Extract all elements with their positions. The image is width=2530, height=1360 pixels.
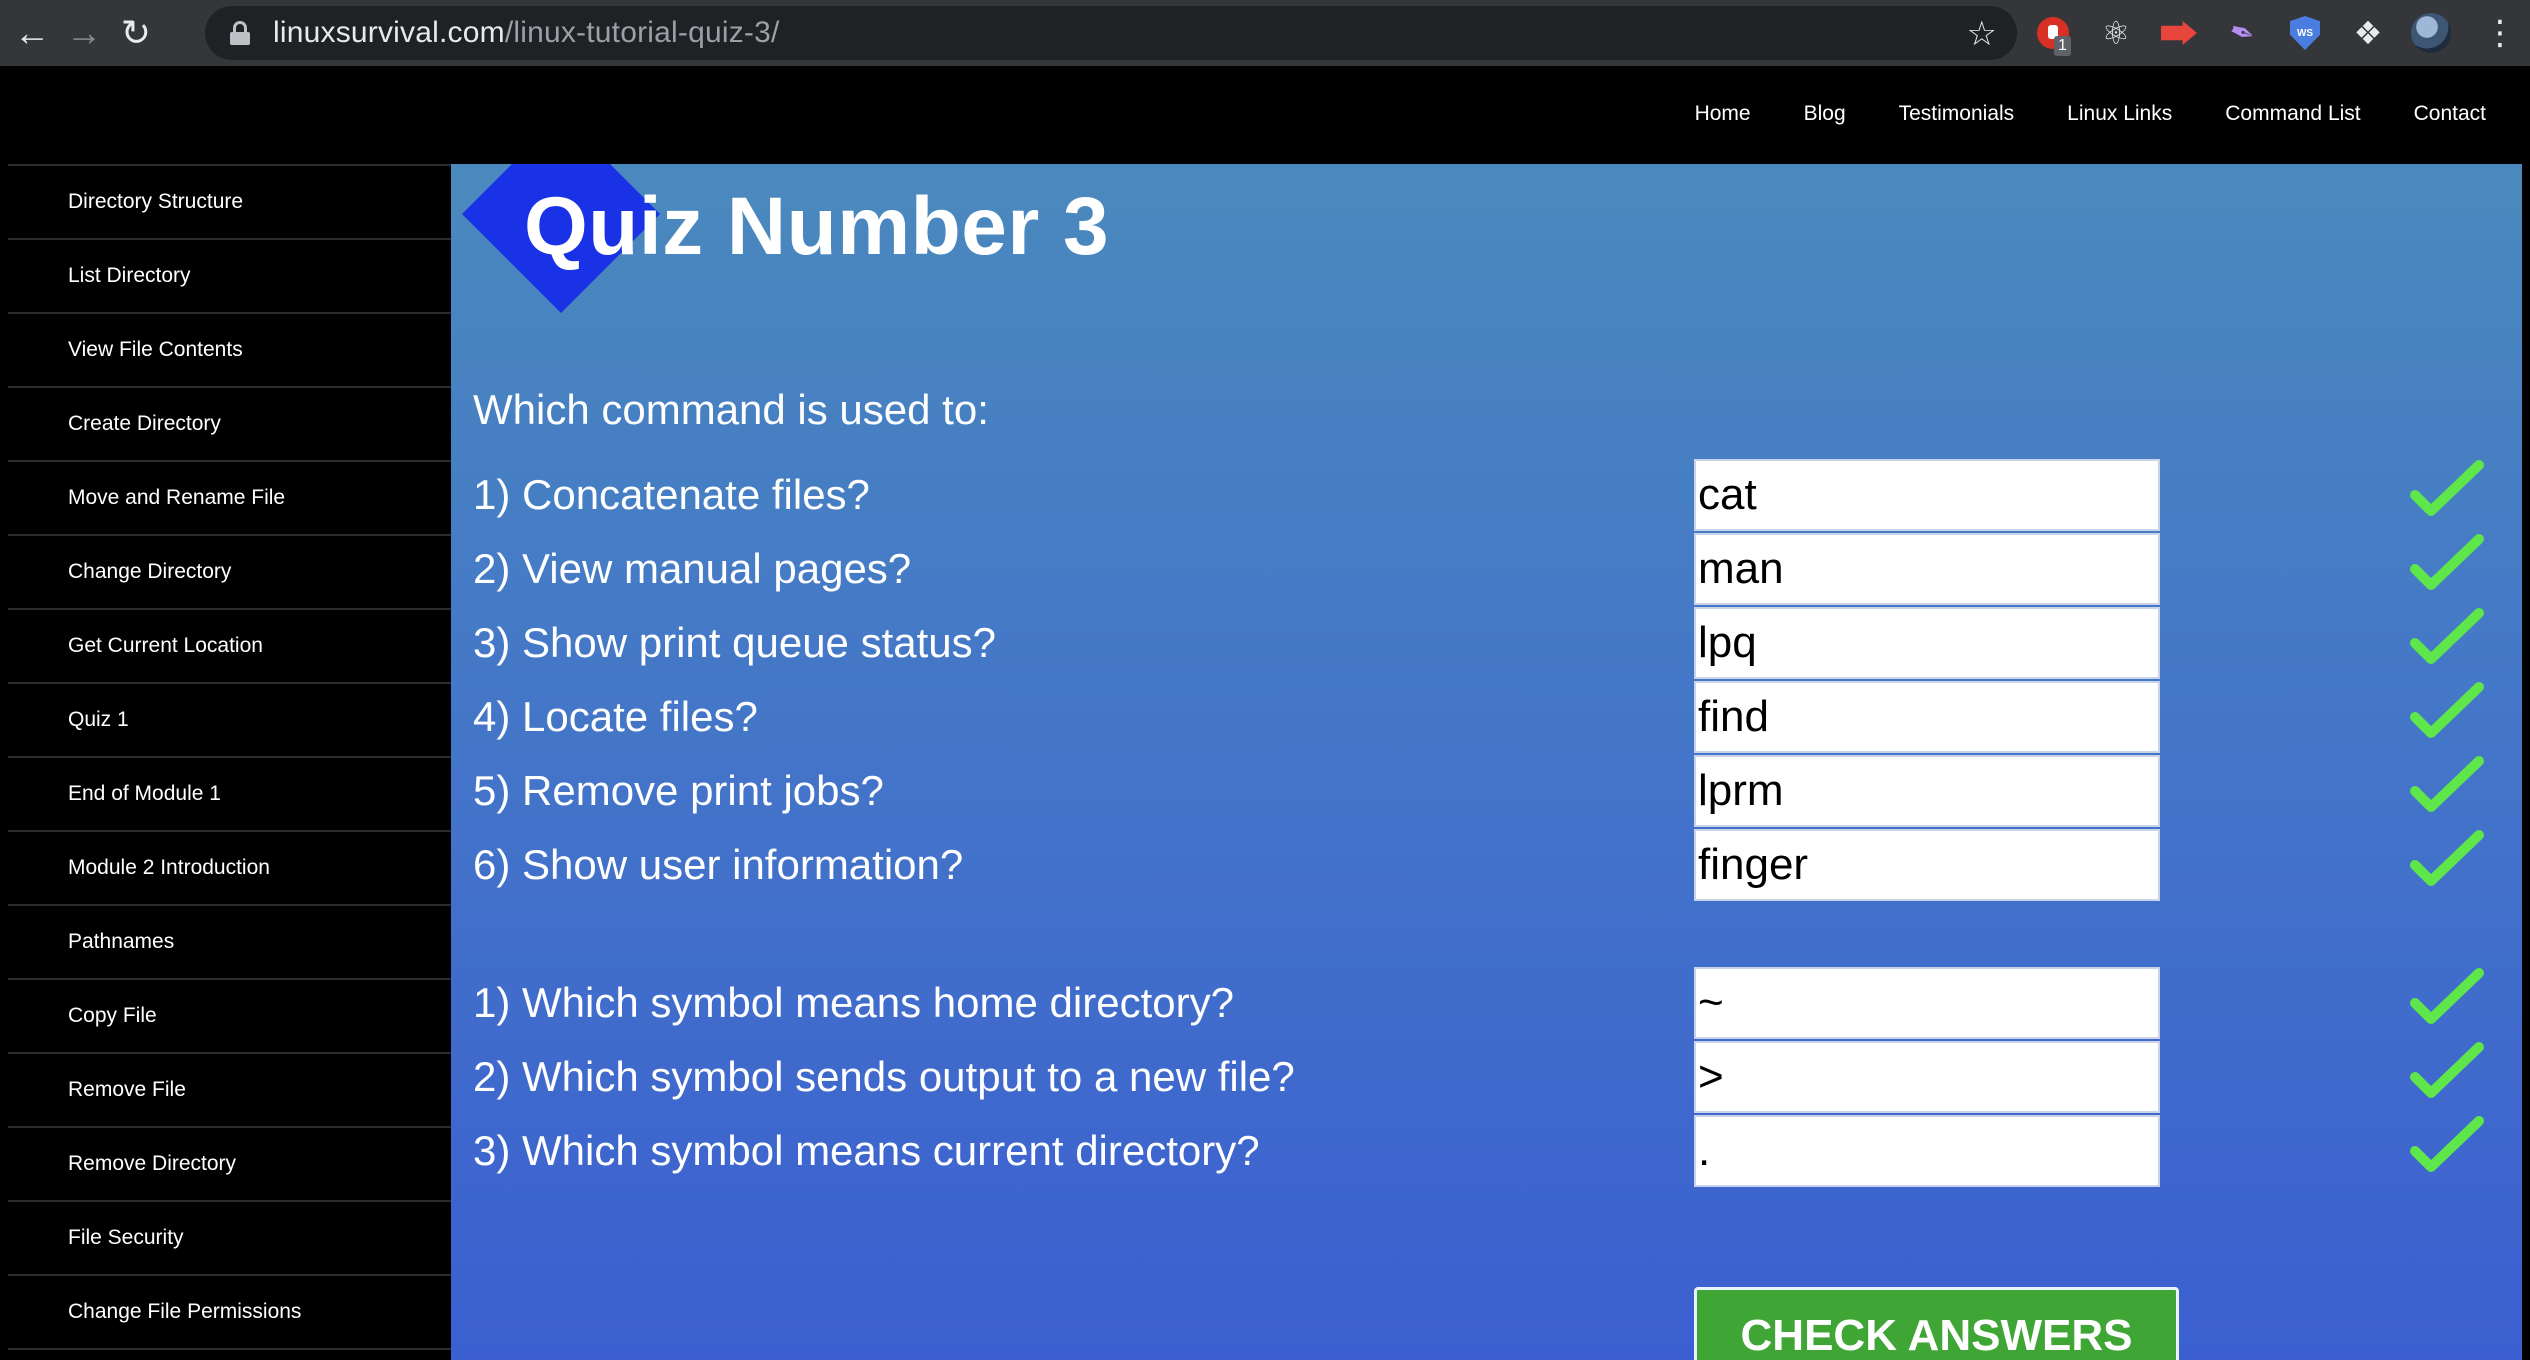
sidebar-item-file-security[interactable]: File Security (8, 1202, 451, 1276)
sidebar-item-view-file-contents[interactable]: View File Contents (8, 314, 451, 388)
quiz-prompt: Which command is used to: (473, 386, 989, 433)
url-host: linuxsurvival.com (273, 16, 505, 49)
correct-check-icon (2409, 533, 2485, 597)
sidebar-item-directory-structure[interactable]: Directory Structure (8, 166, 451, 240)
lock-icon[interactable] (229, 21, 251, 45)
nav-link-home[interactable]: Home (1695, 102, 1751, 126)
extensions-bar: 1 ⚛ ✒ WS ❖ ⋮ (2030, 0, 2530, 66)
sidebar-item-quiz-1[interactable]: Quiz 1 (8, 684, 451, 758)
question-text: 3) Which symbol means current directory? (473, 1127, 1260, 1174)
nav-link-command-list[interactable]: Command List (2225, 102, 2360, 126)
correct-check-icon (2409, 459, 2485, 523)
correct-check-icon (2409, 755, 2485, 819)
sidebar-item-change-directory[interactable]: Change Directory (8, 536, 451, 610)
url-text[interactable]: linuxsurvival.com/linux-tutorial-quiz-3/ (273, 16, 780, 50)
address-bar[interactable]: linuxsurvival.com/linux-tutorial-quiz-3/… (205, 6, 2017, 60)
question-text: 5) Remove print jobs? (473, 767, 884, 814)
quiz-panel: Quiz Number 3 Which command is used to: … (451, 164, 2522, 1360)
question-text: 2) View manual pages? (473, 545, 912, 592)
adblock-extension-icon[interactable]: 1 (2030, 10, 2076, 56)
answer-input[interactable]: > (1694, 1041, 2160, 1113)
question-text: 4) Locate files? (473, 693, 758, 740)
shield-extension-icon[interactable]: WS (2282, 10, 2328, 56)
correct-check-icon (2409, 829, 2485, 893)
sidebar-item-copy-file[interactable]: Copy File (8, 980, 451, 1054)
nav-link-contact[interactable]: Contact (2414, 102, 2486, 126)
answer-input[interactable]: ~ (1694, 967, 2160, 1039)
nav-link-linux-links[interactable]: Linux Links (2067, 102, 2172, 126)
question-text: 1) Which symbol means home directory? (473, 979, 1234, 1026)
question-text: 6) Show user information? (473, 841, 964, 888)
extensions-puzzle-icon[interactable]: ❖ (2345, 10, 2391, 56)
answer-input[interactable]: cat (1694, 459, 2160, 531)
sidebar-menu: Directory Structure List Directory View Fi… (8, 164, 451, 1360)
sidebar-item-module-2-introduction[interactable]: Module 2 Introduction (8, 832, 451, 906)
check-answers-button[interactable]: CHECK ANSWERS (1694, 1287, 2179, 1360)
answer-input[interactable]: find (1694, 681, 2160, 753)
url-path: /linux-tutorial-quiz-3/ (504, 16, 780, 49)
extension-badge: 1 (2054, 36, 2071, 56)
sidebar-item-remove-file[interactable]: Remove File (8, 1054, 451, 1128)
feather-extension-icon[interactable]: ✒ (2213, 4, 2272, 63)
answer-input[interactable]: . (1694, 1115, 2160, 1187)
page: Home Blog Testimonials Linux Links Command L… (8, 66, 2530, 1360)
top-navigation: Home Blog Testimonials Linux Links Command L… (8, 66, 2522, 164)
sidebar-item-list-directory[interactable]: List Directory (8, 240, 451, 314)
correct-check-icon (2409, 681, 2485, 745)
answer-input[interactable]: finger (1694, 829, 2160, 901)
sidebar-item-remove-directory[interactable]: Remove Directory (8, 1128, 451, 1202)
bookmark-star-icon[interactable]: ☆ (1967, 14, 1997, 54)
correct-check-icon (2409, 607, 2485, 671)
react-devtools-icon[interactable]: ⚛ (2093, 10, 2139, 56)
browser-menu-icon[interactable]: ⋮ (2477, 10, 2523, 56)
answer-input[interactable]: lprm (1694, 755, 2160, 827)
question-text: 2) Which symbol sends output to a new fi… (473, 1053, 1295, 1100)
correct-check-icon (2409, 967, 2485, 1031)
sidebar-item-create-directory[interactable]: Create Directory (8, 388, 451, 462)
arrow-extension-icon[interactable] (2156, 10, 2202, 56)
nav-link-blog[interactable]: Blog (1804, 102, 1846, 126)
sidebar-item-pathnames[interactable]: Pathnames (8, 906, 451, 980)
sidebar-item-move-and-rename-file[interactable]: Move and Rename File (8, 462, 451, 536)
correct-check-icon (2409, 1041, 2485, 1105)
question-text: 1) Concatenate files? (473, 471, 870, 518)
sidebar-item-change-file-permissions[interactable]: Change File Permissions (8, 1276, 451, 1350)
page-title: Quiz Number 3 (524, 181, 1110, 272)
back-arrow-icon[interactable]: ← (6, 7, 58, 59)
sidebar-item-get-current-location[interactable]: Get Current Location (8, 610, 451, 684)
sidebar-item-end-of-module-1[interactable]: End of Module 1 (8, 758, 451, 832)
profile-avatar[interactable] (2408, 10, 2454, 56)
answer-input[interactable]: man (1694, 533, 2160, 605)
answer-input[interactable]: lpq (1694, 607, 2160, 679)
nav-link-testimonials[interactable]: Testimonials (1899, 102, 2015, 126)
question-text: 3) Show print queue status? (473, 619, 996, 666)
forward-arrow-icon[interactable]: → (58, 7, 110, 59)
browser-toolbar: ← → ↻ linuxsurvival.com/linux-tutorial-q… (0, 0, 2530, 66)
reload-icon[interactable]: ↻ (110, 7, 162, 59)
correct-check-icon (2409, 1115, 2485, 1179)
